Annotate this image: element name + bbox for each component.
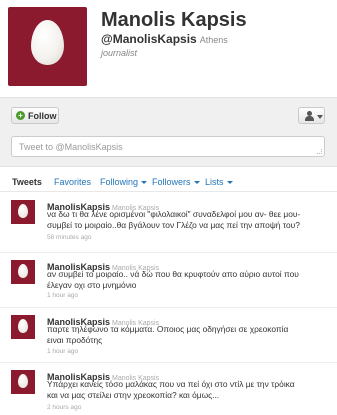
tweet-to-placeholder: Tweet to @ManolisKapsis: [19, 142, 123, 152]
tweet-item[interactable]: ManolisKapsis Manolis Kapsis αν συμβεί το…: [0, 253, 337, 308]
chevron-down-icon: [226, 181, 233, 184]
tweet-text: αν συμβεί το μοιραίο.. νά δώ που θα κρυφ…: [47, 269, 331, 291]
profile-location: Athens: [199, 35, 228, 45]
default-egg-icon: [18, 204, 28, 218]
default-egg-icon: [31, 20, 64, 65]
person-icon: [305, 111, 314, 121]
tweet-timestamp[interactable]: 2 hours ago: [47, 404, 81, 411]
profile-header: Manolis Kapsis @ManolisKapsis Athens jour…: [0, 0, 337, 96]
tweet-timestamp[interactable]: 1 hour ago: [47, 348, 78, 355]
tweet-text-line: συμβεί το μοιραίο..θα βγάλουν τον Γλέζο …: [47, 220, 300, 230]
resize-handle-icon[interactable]: [317, 149, 322, 154]
profile-name: Manolis Kapsis: [101, 9, 247, 31]
tweet-timestamp[interactable]: 1 hour ago: [47, 292, 78, 299]
tab-following[interactable]: Following: [100, 177, 148, 187]
tweet-timestamp[interactable]: 58 minutes ago: [47, 234, 91, 241]
profile-avatar[interactable]: [8, 7, 87, 86]
tab-followers[interactable]: Followers: [152, 177, 200, 187]
chevron-down-icon: [141, 181, 148, 184]
tweet-text-line: αν συμβεί το μοιραίο.. νά δώ που θα κρυφ…: [47, 269, 299, 279]
chevron-down-icon: [317, 115, 323, 119]
default-egg-icon: [18, 374, 28, 388]
tweet-text-line: να δω τι θα λένε ορισμένοι "φιλολαικοί" …: [47, 209, 301, 219]
tweet-avatar[interactable]: [11, 260, 35, 284]
follow-button[interactable]: + Follow: [11, 107, 59, 124]
tweet-text-line: παρτε τηλέφωνο τα κόμματα. Οποιος μας οδ…: [47, 324, 289, 334]
tweet-to-input[interactable]: Tweet to @ManolisKapsis: [11, 136, 325, 157]
tweet-avatar[interactable]: [11, 200, 35, 224]
tweet-item[interactable]: ManolisKapsis Manolis Kapsis να δω τι θα …: [0, 193, 337, 253]
follow-button-label: Follow: [28, 110, 57, 121]
profile-tabs: Tweets Favorites Following Followers Lis…: [0, 173, 337, 192]
tab-favorites[interactable]: Favorites: [54, 177, 91, 187]
tab-lists[interactable]: Lists: [205, 177, 233, 187]
tweet-text-line: Υπάρχει κανείς τόσο μαλάκας που να πεί ό…: [47, 379, 295, 389]
tweet-text-line: και να μας στείλει στην χρεοκοπία? και ό…: [47, 390, 220, 400]
tab-tweets[interactable]: Tweets: [12, 177, 42, 187]
default-egg-icon: [18, 319, 28, 333]
follow-plus-icon: +: [16, 111, 25, 120]
tweet-text: να δω τι θα λένε ορισμένοι "φιλολαικοί" …: [47, 209, 331, 231]
default-egg-icon: [18, 264, 28, 278]
tweet-text-line: έλεγαν οχι στο μνημόνιο: [47, 280, 137, 290]
action-bar: + Follow Tweet to @ManolisKapsis: [0, 97, 337, 167]
profile-screen-name: @ManolisKapsis Athens: [101, 32, 228, 46]
screen-name-text: @ManolisKapsis: [101, 32, 197, 46]
tweet-avatar[interactable]: [11, 315, 35, 339]
chevron-down-icon: [193, 181, 200, 184]
tweet-avatar[interactable]: [11, 370, 35, 394]
tweet-text-line: ειναι προδότης: [47, 335, 103, 345]
user-actions-dropdown-button[interactable]: [298, 107, 325, 124]
tweet-item[interactable]: ManolisKapsis Manolis Kapsis Υπάρχει κανε…: [0, 363, 337, 415]
tweet-item[interactable]: ManolisKapsis Manolis Kapsis παρτε τηλέφω…: [0, 308, 337, 363]
tweet-text: παρτε τηλέφωνο τα κόμματα. Οποιος μας οδ…: [47, 324, 331, 346]
profile-bio: journalist: [101, 48, 138, 58]
tweet-text: Υπάρχει κανείς τόσο μαλάκας που να πεί ό…: [47, 379, 331, 401]
